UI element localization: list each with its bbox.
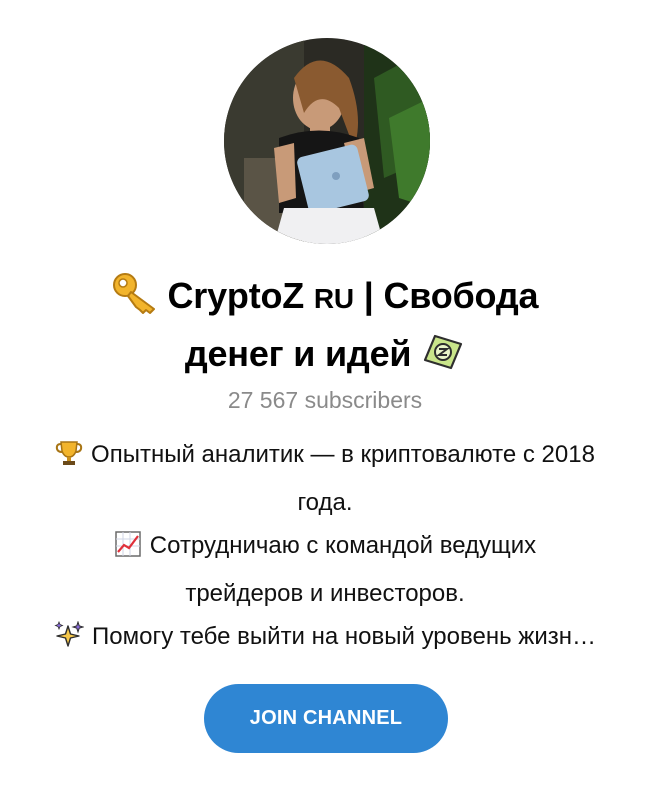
channel-avatar[interactable] [224,38,430,244]
description-line: Помогу тебе выйти на новый уровень жизн… [10,615,640,663]
sparkles-icon [54,620,85,663]
avatar-photo [224,38,430,244]
description-line: Сотрудничаю с командой ведущих [10,524,640,572]
description-line: года. [297,489,353,516]
join-channel-button[interactable]: JOIN CHANNEL [204,684,448,753]
title-ru: RU [313,283,354,314]
trophy-icon [55,438,83,481]
description-line: Опытный аналитик — в криптовалюте с 2018 [10,433,640,481]
title-name: CryptoZ [167,275,305,316]
channel-title: CryptoZ RU | Свобода денег и идей [60,270,590,386]
title-rest: | Свобода [363,275,539,316]
money-emblem-icon [421,332,465,386]
chart-increasing-icon [114,529,142,572]
key-icon [112,272,158,328]
channel-description: Опытный аналитик — в криптовалюте с 2018… [10,433,640,663]
description-line: трейдеров и инвесторов. [185,580,465,607]
title-line2: денег и идей [184,333,412,374]
subscribers-count: 27 567 subscribers [227,387,423,413]
